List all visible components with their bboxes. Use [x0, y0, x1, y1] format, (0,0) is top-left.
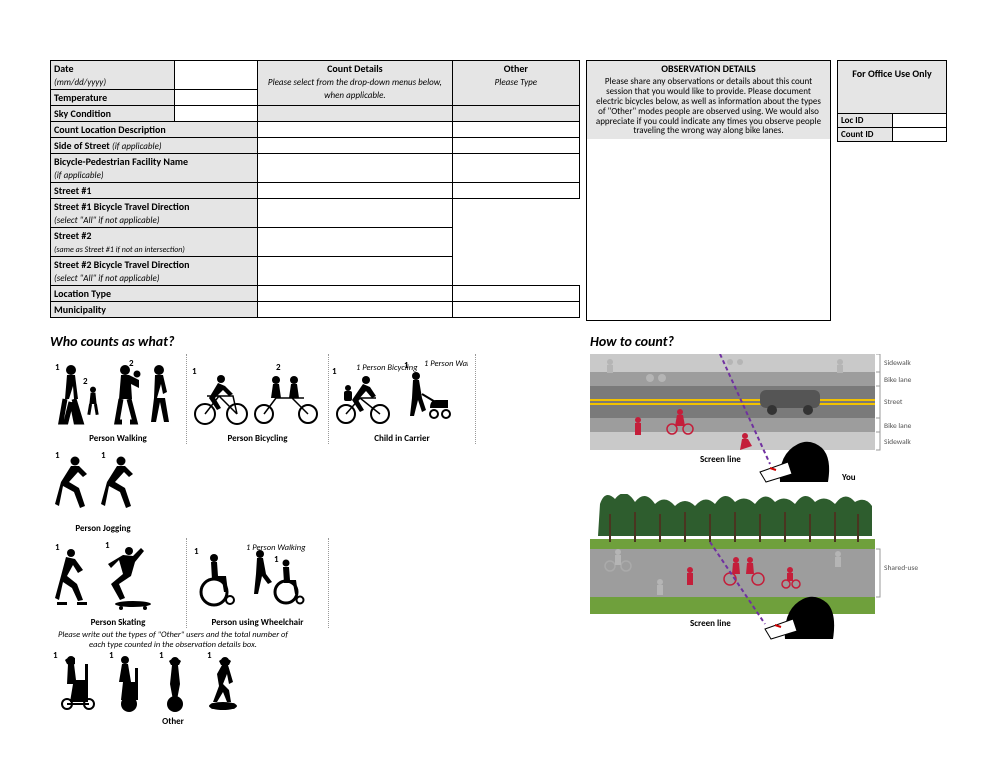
svg-text:1 Person Bicycling: 1 Person Bicycling: [356, 363, 418, 373]
street2-dir-dropdown[interactable]: [258, 257, 453, 286]
loc-desc-dropdown[interactable]: [258, 122, 453, 138]
side-street-label: Side of Street: [54, 139, 110, 152]
count-details-hint: Please select from the drop-down menus b…: [268, 77, 442, 101]
other-col-hint: Please Type: [495, 77, 537, 88]
shared-path-diagram: Screen line Shared-use path: [590, 494, 950, 644]
loc-type-other[interactable]: [452, 286, 579, 302]
svg-text:1: 1: [192, 366, 197, 377]
skating-label: Person Skating: [53, 617, 183, 628]
loc-id-label: Loc ID: [841, 115, 863, 126]
street1-label: Street #1: [54, 184, 91, 197]
jogging-label: Person Jogging: [53, 523, 153, 534]
municipality-label: Municipality: [54, 303, 106, 316]
child-carrier-label: Child in Carrier: [332, 433, 472, 444]
street1-dir-label: Street #1 Bicycle Travel Direction: [54, 200, 189, 213]
svg-text:1: 1: [332, 366, 337, 377]
street-count-diagram: Screen line You Sidewalk Bike lane Stree…: [590, 354, 950, 484]
other-label: Other: [53, 716, 293, 727]
side-street-other[interactable]: [452, 138, 579, 154]
svg-text:1: 1: [404, 360, 409, 371]
count-details-label: Count Details: [327, 62, 383, 75]
loc-type-label: Location Type: [54, 287, 111, 300]
street1-dir-hint: (select "All" if not applicable): [54, 215, 159, 226]
date-input[interactable]: [174, 61, 257, 90]
svg-text:1: 1: [207, 652, 212, 661]
other-modes-icon: 1 1 1 1: [53, 652, 289, 714]
child-carrier-icon: 1 1 Person Bicycling 1 1 Person Walking: [332, 356, 468, 431]
other-note: Please write out the types of "Other" us…: [53, 630, 293, 650]
svg-text:Street: Street: [884, 398, 903, 407]
street2-hint: (same as Street #1 if not an intersectio…: [54, 245, 185, 255]
svg-text:2: 2: [276, 362, 281, 373]
date-hint: (mm/dd/yyyy): [54, 77, 106, 88]
observation-instructions: Please share any observations or details…: [587, 76, 830, 139]
other-col-label: Other: [504, 62, 528, 75]
count-id-label: Count ID: [841, 129, 873, 140]
svg-text:1: 1: [55, 450, 60, 461]
bicycling-label: Person Bicycling: [190, 433, 325, 444]
municipality-dropdown[interactable]: [258, 302, 453, 318]
how-to-count-title: How to count?: [590, 333, 950, 350]
loc-id-input[interactable]: [892, 114, 947, 128]
svg-text:Bike lane: Bike lane: [884, 376, 912, 385]
wheelchair-label: Person using Wheelchair: [190, 617, 325, 628]
side-street-dropdown[interactable]: [258, 138, 453, 154]
observation-details-box: OBSERVATION DETAILS Please share any obs…: [586, 60, 831, 321]
facility-hint: (if applicable): [54, 170, 104, 181]
street2-dir-label: Street #2 Bicycle Travel Direction: [54, 258, 189, 271]
wheelchair-icon: 1 1 Person Walking 1: [190, 540, 320, 615]
svg-text:1: 1: [159, 652, 164, 661]
observation-title: OBSERVATION DETAILS: [587, 61, 830, 76]
loc-desc-label: Count Location Description: [54, 123, 166, 136]
count-form-table: Date (mm/dd/yyyy) Count Details Please s…: [50, 60, 580, 318]
svg-text:Bike lane: Bike lane: [884, 422, 912, 431]
side-street-hint: (if applicable): [112, 141, 162, 152]
svg-text:1: 1: [105, 540, 110, 551]
svg-text:1: 1: [55, 542, 60, 553]
person-walking-icon: 1 2 2: [53, 356, 179, 431]
date-label: Date: [54, 62, 74, 75]
facility-label: Bicycle-Pedestrian Facility Name: [54, 155, 188, 168]
svg-text:1: 1: [55, 362, 60, 373]
facility-dropdown[interactable]: [258, 154, 453, 183]
who-counts-title: Who counts as what?: [50, 333, 570, 350]
temperature-label: Temperature: [54, 91, 107, 104]
svg-text:You: You: [841, 472, 856, 483]
person-jogging-icon: 1 1: [53, 446, 149, 521]
sky-input[interactable]: [174, 106, 257, 122]
count-id-input[interactable]: [892, 128, 947, 142]
svg-text:2: 2: [129, 358, 134, 369]
observation-textarea[interactable]: [587, 139, 830, 320]
svg-text:Shared-use path: Shared-use path: [884, 564, 920, 573]
svg-text:Sidewalk: Sidewalk: [884, 359, 911, 368]
person-bicycling-icon: 1 2: [190, 356, 320, 431]
svg-text:1 Person Walking: 1 Person Walking: [246, 543, 306, 553]
street1-other[interactable]: [452, 183, 579, 199]
office-use-title: For Office Use Only: [852, 67, 931, 80]
svg-text:Screen line: Screen line: [690, 618, 731, 629]
svg-text:Screen line: Screen line: [700, 454, 741, 465]
street1-dir-dropdown[interactable]: [258, 199, 453, 228]
svg-text:1: 1: [274, 554, 279, 565]
temperature-input[interactable]: [174, 90, 257, 106]
svg-text:Sidewalk: Sidewalk: [884, 438, 911, 447]
svg-text:1 Person Walking: 1 Person Walking: [424, 359, 468, 369]
svg-text:1: 1: [194, 546, 199, 557]
sky-label: Sky Condition: [54, 107, 111, 120]
street1-dropdown[interactable]: [258, 183, 453, 199]
municipality-other[interactable]: [452, 302, 579, 318]
svg-text:2: 2: [83, 376, 88, 387]
svg-text:1: 1: [101, 450, 106, 461]
svg-text:1: 1: [109, 652, 114, 661]
walking-label: Person Walking: [53, 433, 183, 444]
office-use-box: For Office Use Only Loc ID Count ID: [837, 60, 947, 142]
street2-label: Street #2: [54, 229, 91, 242]
street2-dir-hint: (select "All" if not applicable): [54, 273, 159, 284]
loc-type-dropdown[interactable]: [258, 286, 453, 302]
svg-text:1: 1: [53, 652, 58, 661]
person-skating-icon: 1 1: [53, 540, 179, 615]
facility-other[interactable]: [452, 154, 579, 183]
street2-dropdown[interactable]: [258, 228, 453, 257]
loc-desc-other[interactable]: [452, 122, 579, 138]
